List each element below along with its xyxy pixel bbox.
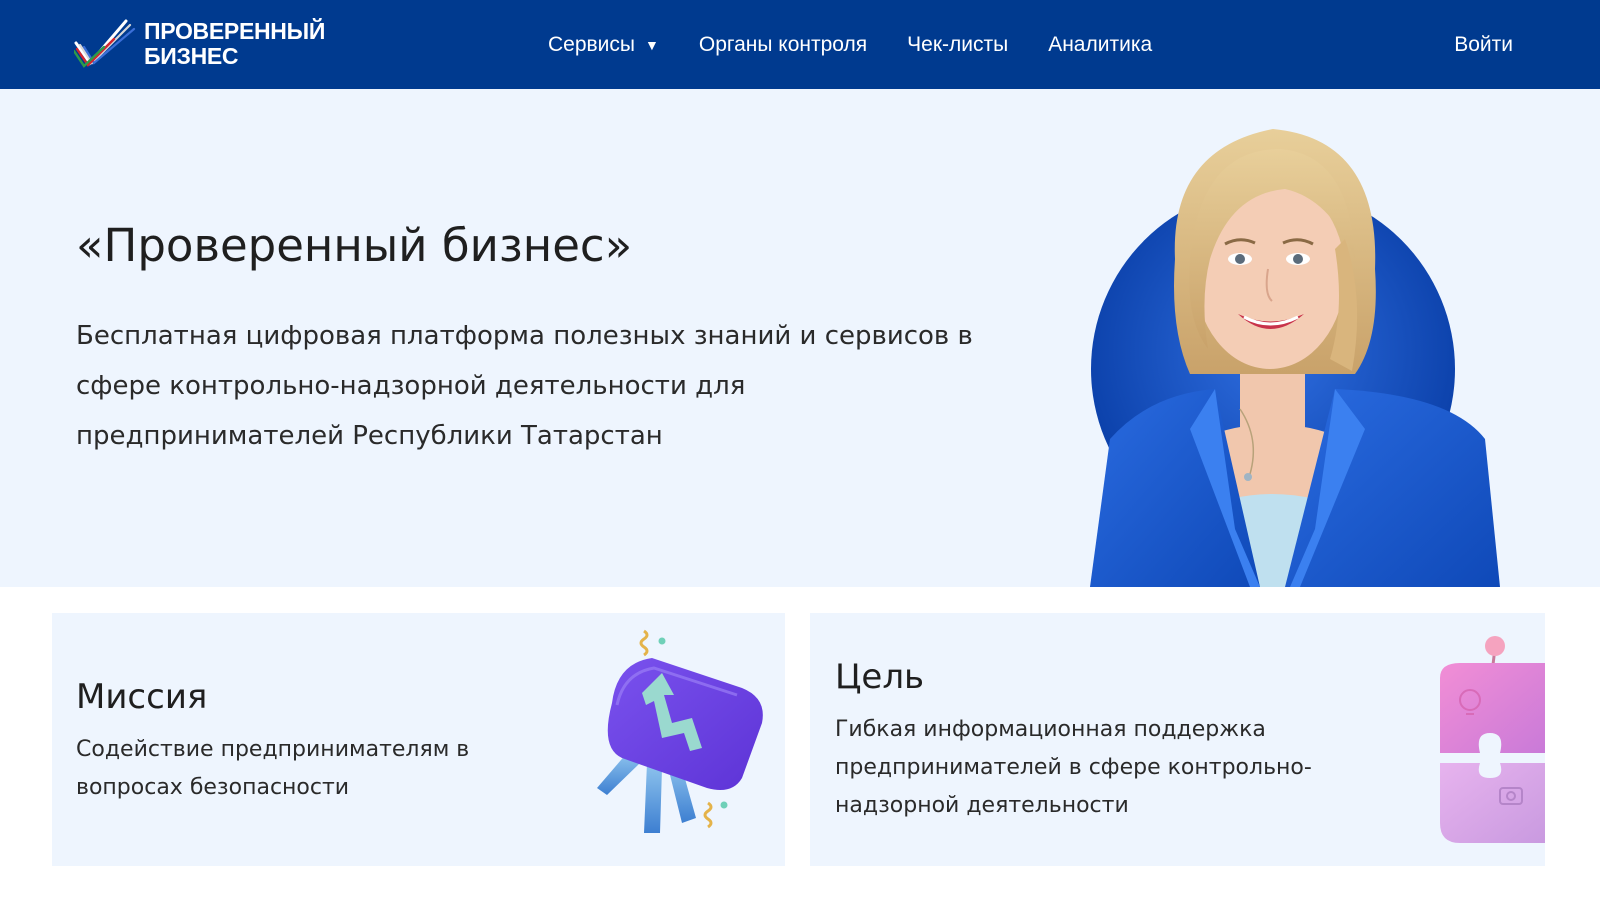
caret-down-icon: ▼ — [645, 36, 659, 53]
growth-board-icon — [597, 629, 763, 833]
nav-item-analytics[interactable]: Аналитика — [1048, 33, 1152, 57]
puzzle-icon — [1440, 636, 1545, 843]
hero-title: «Проверенный бизнес» — [76, 219, 633, 272]
mission-title: Миссия — [76, 677, 208, 717]
nav-item-control-bodies[interactable]: Органы контроля — [699, 33, 867, 57]
mission-card: Миссия Содействие предпринимателям в воп… — [52, 613, 785, 866]
hero-description: Бесплатная цифровая платформа полезных з… — [76, 321, 973, 451]
logo-text-line2: БИЗНЕС — [144, 43, 239, 69]
login-button[interactable]: Войти — [1454, 0, 1513, 89]
hero-portrait-image — [1090, 129, 1500, 587]
logo-text-line1: ПРОВЕРЕННЫЙ — [144, 18, 326, 44]
site-logo[interactable]: ПРОВЕРЕННЫЙ БИЗНЕС — [74, 16, 325, 72]
mission-text: Содействие предпринимателям в вопросах б… — [76, 737, 470, 800]
goal-card: Цель Гибкая информационная поддержка пре… — [810, 613, 1545, 866]
main-nav: Сервисы ▼ Органы контроля Чек-листы Анал… — [548, 0, 1152, 89]
nav-item-checklists[interactable]: Чек-листы — [907, 33, 1008, 57]
goal-title: Цель — [835, 657, 925, 697]
nav-item-services-label: Сервисы — [548, 32, 636, 56]
logo-text: ПРОВЕРЕННЫЙ БИЗНЕС — [144, 19, 325, 69]
goal-text: Гибкая информационная поддержка предприн… — [835, 717, 1312, 818]
checkmark-logo-icon — [74, 19, 136, 68]
hero-section: «Проверенный бизнес» Бесплатная цифровая… — [0, 89, 1600, 587]
site-header: ПРОВЕРЕННЫЙ БИЗНЕС Сервисы ▼ Органы конт… — [0, 0, 1600, 89]
nav-item-services[interactable]: Сервисы ▼ — [548, 33, 659, 57]
